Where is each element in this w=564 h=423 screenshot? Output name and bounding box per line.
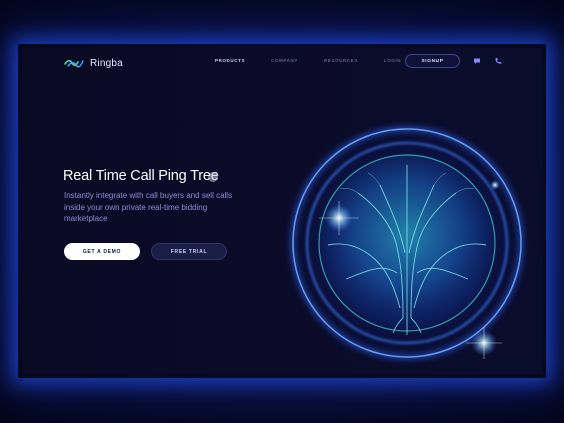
ringba-logo-icon — [64, 59, 84, 68]
nav-item-resources[interactable]: RESOURCES — [324, 58, 358, 63]
brand-name: Ringba — [90, 57, 123, 69]
screenshot-stage: Ringba PRODUCTS COMPANY RESOURCES LOGIN … — [0, 0, 564, 423]
main-nav: PRODUCTS COMPANY RESOURCES LOGIN — [215, 58, 427, 63]
chat-bubble-icon[interactable] — [473, 57, 481, 65]
free-trial-button[interactable]: FREE TRIAL — [151, 243, 227, 260]
hero-subtext: Instantly integrate with call buyers and… — [64, 191, 233, 223]
nav-item-products[interactable]: PRODUCTS — [215, 58, 245, 63]
phone-icon[interactable] — [494, 57, 502, 65]
brand-logo[interactable]: Ringba — [64, 56, 123, 70]
nav-item-company[interactable]: COMPANY — [271, 58, 298, 63]
cursor-indicator — [208, 172, 218, 182]
hero-headline: Real Time Call Ping Tree — [63, 168, 219, 184]
glowing-tree-orb-illustration — [277, 113, 537, 373]
get-a-demo-button[interactable]: GET A DEMO — [64, 243, 140, 260]
nav-item-login[interactable]: LOGIN — [384, 58, 401, 63]
landing-page: Ringba PRODUCTS COMPANY RESOURCES LOGIN … — [22, 48, 542, 374]
signup-button[interactable]: SIGNUP — [405, 54, 460, 68]
